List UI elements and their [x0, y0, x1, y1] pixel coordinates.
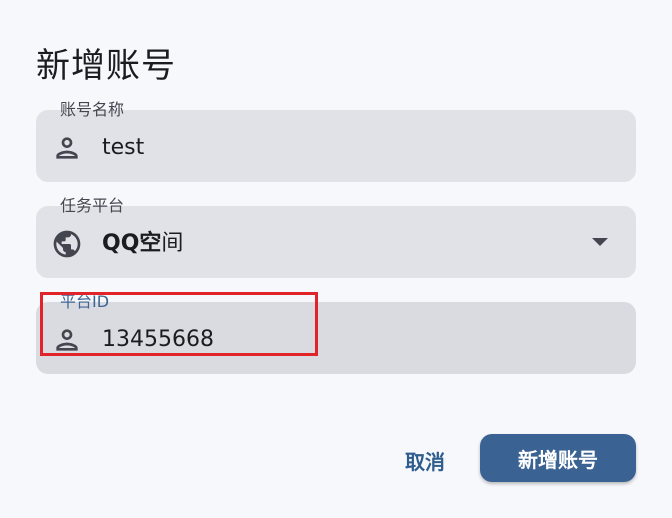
add-account-button[interactable]: 新增账号 [480, 434, 636, 482]
platform-select[interactable]: 任务平台 QQ空间 [36, 196, 636, 278]
platform-value: QQ空间 [102, 230, 183, 258]
account-name-value: test [102, 135, 145, 160]
person-icon [56, 137, 78, 159]
account-name-label: 账号名称 [60, 100, 125, 119]
platform-id-value: 13455668 [102, 327, 214, 352]
platform-value-bold: QQ空 [102, 231, 162, 256]
platform-id-label: 平台ID [60, 292, 110, 311]
platform-id-field[interactable]: 平台ID 13455668 [36, 292, 636, 374]
platform-value-light: 间 [161, 231, 184, 256]
account-name-field[interactable]: 账号名称 test [36, 100, 636, 182]
globe-icon [53, 230, 81, 258]
platform-label: 任务平台 [60, 196, 125, 215]
cancel-button[interactable]: 取消 [390, 440, 460, 480]
arrow-drop-down-icon[interactable] [592, 238, 608, 246]
add-account-dialog: 新增账号 账号名称 test 任务平台 QQ空间 平台ID 13455668 取… [0, 0, 672, 518]
person-icon [56, 329, 78, 351]
dialog-title: 新增账号 [36, 46, 176, 86]
